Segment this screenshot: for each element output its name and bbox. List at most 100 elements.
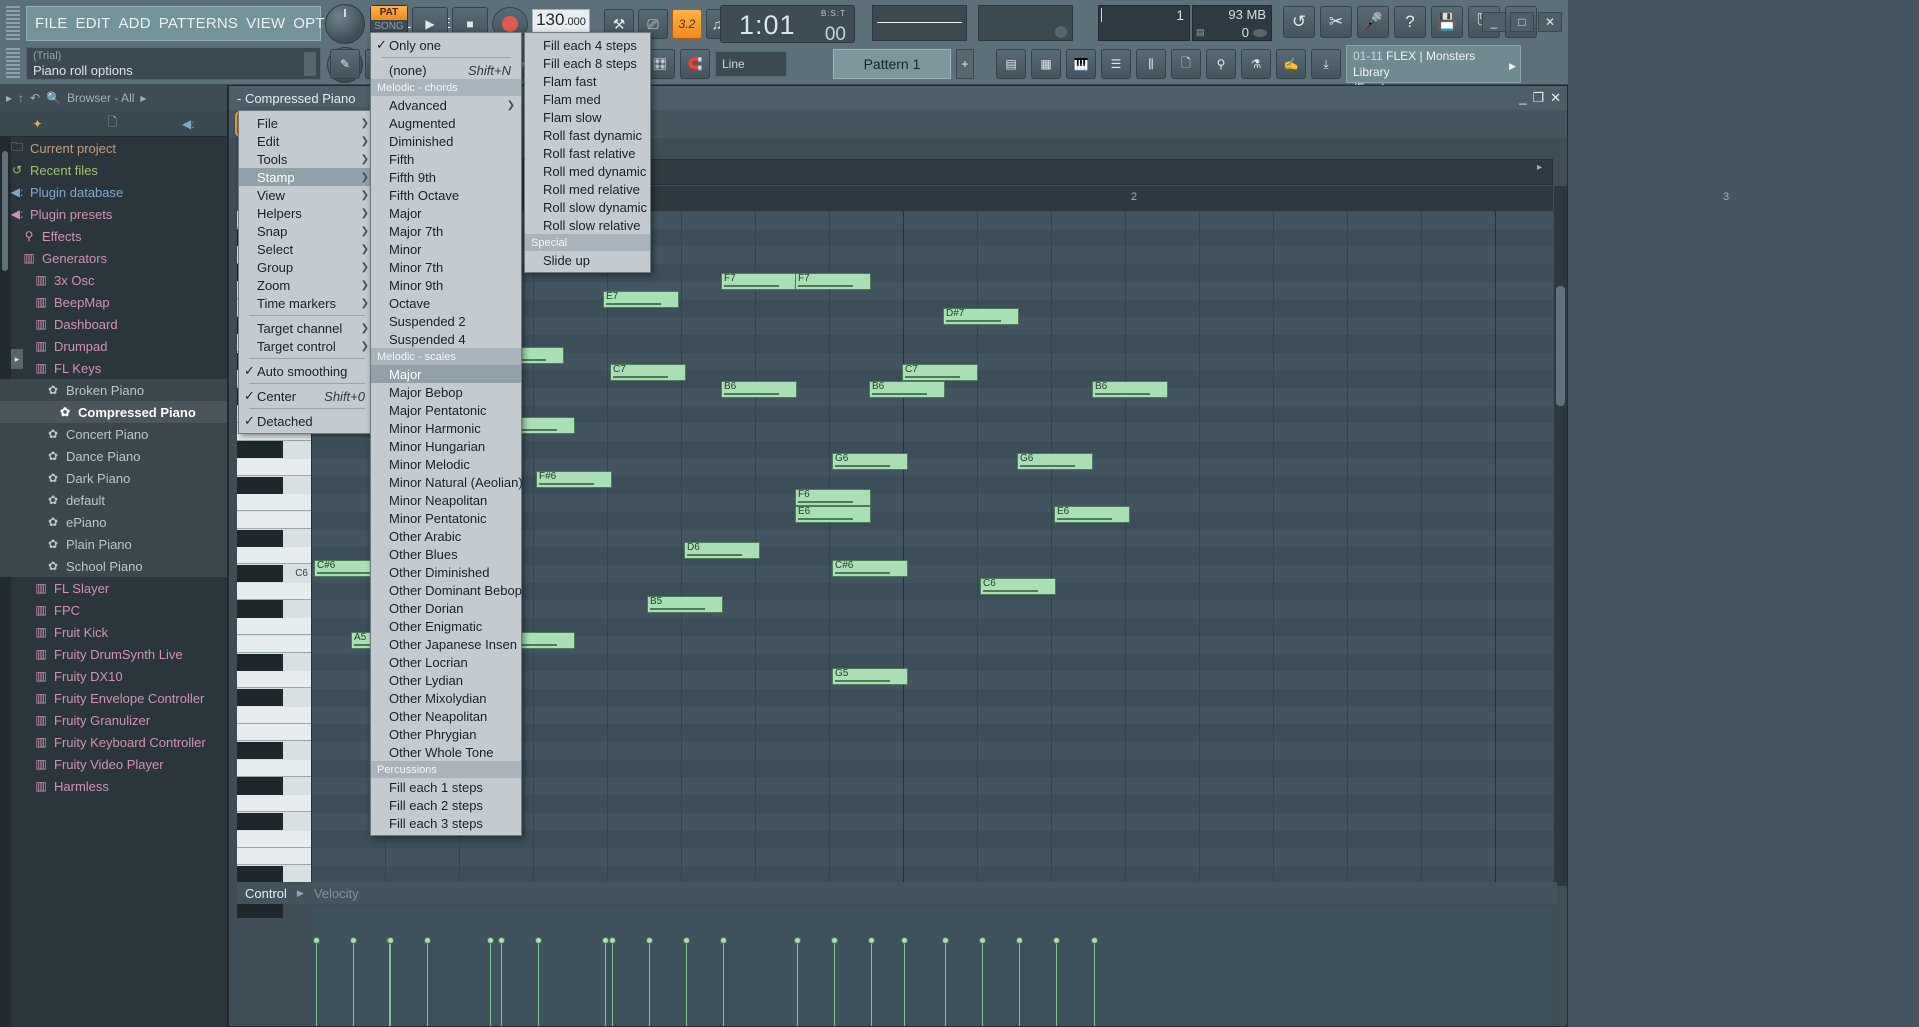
menu-item-minor-9th[interactable]: Minor 9th: [371, 276, 521, 294]
piano-roll-note[interactable]: C7: [610, 364, 686, 381]
menu-item-minor-pentatonic[interactable]: Minor Pentatonic: [371, 509, 521, 527]
menu-item-other-lydian[interactable]: Other Lydian: [371, 671, 521, 689]
menu-item-time-markers[interactable]: Time markers ❯: [239, 294, 375, 312]
magnet-snap-icon[interactable]: 🧲: [680, 49, 710, 79]
piano-roll-note[interactable]: G5: [832, 668, 908, 685]
menu-item-major-pentatonic[interactable]: Major Pentatonic: [371, 401, 521, 419]
menu-item-flam-slow[interactable]: Flam slow: [525, 108, 650, 126]
velocity-stem[interactable]: [501, 941, 502, 1026]
piano-white-key[interactable]: [237, 706, 311, 724]
piano-white-key[interactable]: [237, 759, 311, 777]
browser-toggle-icon[interactable]: ☰: [1101, 49, 1131, 79]
browser-item-3x-osc[interactable]: ▥ 3x Osc: [0, 269, 227, 291]
velocity-stem[interactable]: [1056, 941, 1057, 1026]
piano-white-key[interactable]: [237, 635, 311, 653]
browser-item-dark-piano[interactable]: ✿ Dark Piano: [0, 467, 227, 489]
velocity-stem[interactable]: [797, 941, 798, 1026]
velocity-stem[interactable]: [1019, 941, 1020, 1026]
velocity-handle[interactable]: [720, 937, 727, 944]
menu-file[interactable]: FILE: [35, 15, 67, 32]
pattern-mode-label[interactable]: PAT: [371, 6, 407, 20]
piano-roll-options-menu[interactable]: File ❯ Edit ❯ Tools ❯ Stamp ❯ View ❯ Helpers ❯ Snap ❯…: [238, 110, 376, 434]
velocity-stem[interactable]: [612, 941, 613, 1026]
menu-item-advanced[interactable]: Advanced ❯: [371, 96, 521, 114]
browser-up-icon[interactable]: ↑: [18, 91, 24, 105]
piano-roll-note[interactable]: B5: [647, 596, 723, 613]
browser-item-dance-piano[interactable]: ✿ Dance Piano: [0, 445, 227, 467]
piano-black-key[interactable]: [237, 565, 283, 583]
menu-item-select[interactable]: Select ❯: [239, 240, 375, 258]
velocity-stem[interactable]: [390, 941, 391, 1026]
add-pattern-button[interactable]: +: [956, 49, 974, 79]
browser-item-fruity-envelope-controller[interactable]: ▥ Fruity Envelope Controller: [0, 687, 227, 709]
velocity-stem[interactable]: [538, 941, 539, 1026]
control-label[interactable]: Control: [245, 886, 287, 901]
velocity-handle[interactable]: [609, 937, 616, 944]
velocity-stem[interactable]: [982, 941, 983, 1026]
browser-item-concert-piano[interactable]: ✿ Concert Piano: [0, 423, 227, 445]
browser-item-dashboard[interactable]: ▥ Dashboard: [0, 313, 227, 335]
menu-item-minor-natural-aeolian-[interactable]: Minor Natural (Aeolian): [371, 473, 523, 491]
menu-item-flam-fast[interactable]: Flam fast: [525, 72, 650, 90]
velocity-label[interactable]: Velocity: [314, 886, 359, 901]
piano-white-key[interactable]: [237, 795, 311, 813]
menu-item-detached[interactable]: ✓ Detached: [239, 412, 375, 430]
velocity-handle[interactable]: [498, 937, 505, 944]
menu-item-auto-smoothing[interactable]: ✓ Auto smoothing: [239, 362, 375, 380]
velocity-handle[interactable]: [313, 937, 320, 944]
piano-black-key[interactable]: [237, 476, 283, 494]
piano-black-key[interactable]: [237, 777, 283, 795]
piano-white-key[interactable]: [237, 458, 311, 476]
menu-item-roll-med-dynamic[interactable]: Roll med dynamic: [525, 162, 650, 180]
menu-item-group[interactable]: Group ❯: [239, 258, 375, 276]
menu-item-other-mixolydian[interactable]: Other Mixolydian: [371, 689, 521, 707]
velocity-handle[interactable]: [535, 937, 542, 944]
menu-item-other-neapolitan[interactable]: Other Neapolitan: [371, 707, 521, 725]
menu-item-stamp[interactable]: Stamp ❯: [239, 168, 375, 186]
menu-item-fill-each-2-steps[interactable]: Fill each 2 steps: [371, 796, 521, 814]
plugin-power-icon[interactable]: ⚲: [1206, 49, 1236, 79]
menu-patterns[interactable]: PATTERNS: [159, 15, 238, 32]
hint-slider[interactable]: [304, 52, 316, 76]
menu-item-major-bebop[interactable]: Major Bebop: [371, 383, 521, 401]
velocity-stem[interactable]: [723, 941, 724, 1026]
menu-item-major-7th[interactable]: Major 7th: [371, 222, 521, 240]
menu-item-roll-med-relative[interactable]: Roll med relative: [525, 180, 650, 198]
velocity-handle[interactable]: [683, 937, 690, 944]
browser-expand-arrow-icon[interactable]: ▸: [11, 349, 23, 369]
time-display[interactable]: 1:01 00 B:S:T: [720, 5, 855, 45]
piano-roll-note[interactable]: D#7: [943, 308, 1019, 325]
menu-item-fifth[interactable]: Fifth: [371, 150, 521, 168]
menu-item-other-locrian[interactable]: Other Locrian: [371, 653, 521, 671]
menu-item-roll-slow-relative[interactable]: Roll slow relative: [525, 216, 650, 234]
velocity-handle[interactable]: [794, 937, 801, 944]
velocity-editor[interactable]: [311, 906, 1553, 1026]
piano-white-key[interactable]: [237, 494, 311, 512]
menu-item-flam-med[interactable]: Flam med: [525, 90, 650, 108]
hand-icon[interactable]: ✍: [1276, 49, 1306, 79]
menu-item-other-phrygian[interactable]: Other Phrygian: [371, 725, 521, 743]
piano-roll-note[interactable]: E7: [603, 291, 679, 308]
menu-item-other-enigmatic[interactable]: Other Enigmatic: [371, 617, 521, 635]
velocity-stem[interactable]: [353, 941, 354, 1026]
piano-roll-maximize-icon[interactable]: ❐: [1532, 90, 1544, 106]
velocity-stem[interactable]: [427, 941, 428, 1026]
menu-item-roll-fast-relative[interactable]: Roll fast relative: [525, 144, 650, 162]
browser-item-fruit-kick[interactable]: ▥ Fruit Kick: [0, 621, 227, 643]
browser-item-generators[interactable]: ▥ Generators: [0, 247, 227, 269]
piano-roll-note[interactable]: G6: [832, 453, 908, 470]
menu-item-minor-melodic[interactable]: Minor Melodic: [371, 455, 521, 473]
menu-item-augmented[interactable]: Augmented: [371, 114, 521, 132]
velocity-handle[interactable]: [487, 937, 494, 944]
menu-item-diminished[interactable]: Diminished: [371, 132, 521, 150]
piano-roll-minimize-icon[interactable]: _: [1519, 90, 1526, 106]
velocity-stem[interactable]: [871, 941, 872, 1026]
menu-item-roll-fast-dynamic[interactable]: Roll fast dynamic: [525, 126, 650, 144]
flex-chevron-icon[interactable]: ▶: [1509, 58, 1516, 74]
menu-item-minor-harmonic[interactable]: Minor Harmonic: [371, 419, 521, 437]
plugin-picker-icon[interactable]: 🗋: [1171, 49, 1201, 79]
piano-white-key[interactable]: [237, 618, 311, 636]
browser-item-school-piano[interactable]: ✿ School Piano: [0, 555, 227, 577]
toolbar-grip2-icon[interactable]: [6, 48, 20, 78]
control-chevron-icon[interactable]: ▶: [297, 888, 304, 899]
